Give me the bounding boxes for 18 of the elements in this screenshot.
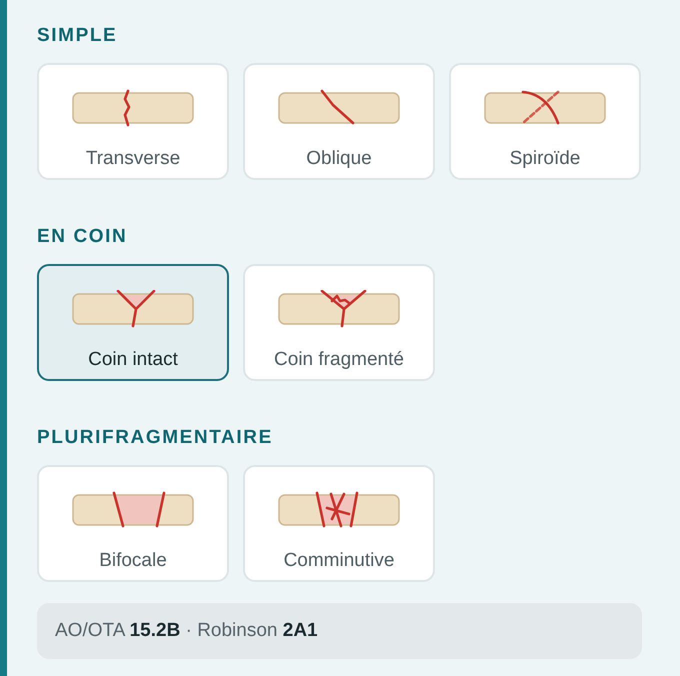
bone-fracture-icon — [277, 290, 401, 328]
section-heading: SIMPLE — [37, 24, 118, 48]
bone-fracture-icon — [483, 89, 607, 127]
fracture-type-option[interactable]: Spiroïde — [449, 63, 641, 180]
bone-fracture-icon — [71, 491, 195, 529]
bone-fracture-icon — [71, 89, 195, 127]
fracture-type-option[interactable]: Comminutive — [243, 465, 435, 582]
bone-fracture-icon — [277, 89, 401, 127]
section-heading: PLURIFRAGMENTAIRE — [37, 426, 274, 450]
fracture-type-option[interactable]: Bifocale — [37, 465, 229, 582]
bone-fracture-icon — [71, 290, 195, 328]
fracture-type-option[interactable]: Oblique — [243, 63, 435, 180]
bone-fracture-icon — [277, 491, 401, 529]
fracture-type-option[interactable]: Transverse — [37, 63, 229, 180]
section-heading: EN COIN — [37, 225, 128, 249]
fracture-type-option[interactable]: Coin fragmenté — [243, 264, 435, 381]
classification-text: AO/OTA 15.2B · Robinson 2A1 — [55, 620, 318, 642]
fracture-type-option[interactable]: Coin intact — [37, 264, 229, 381]
